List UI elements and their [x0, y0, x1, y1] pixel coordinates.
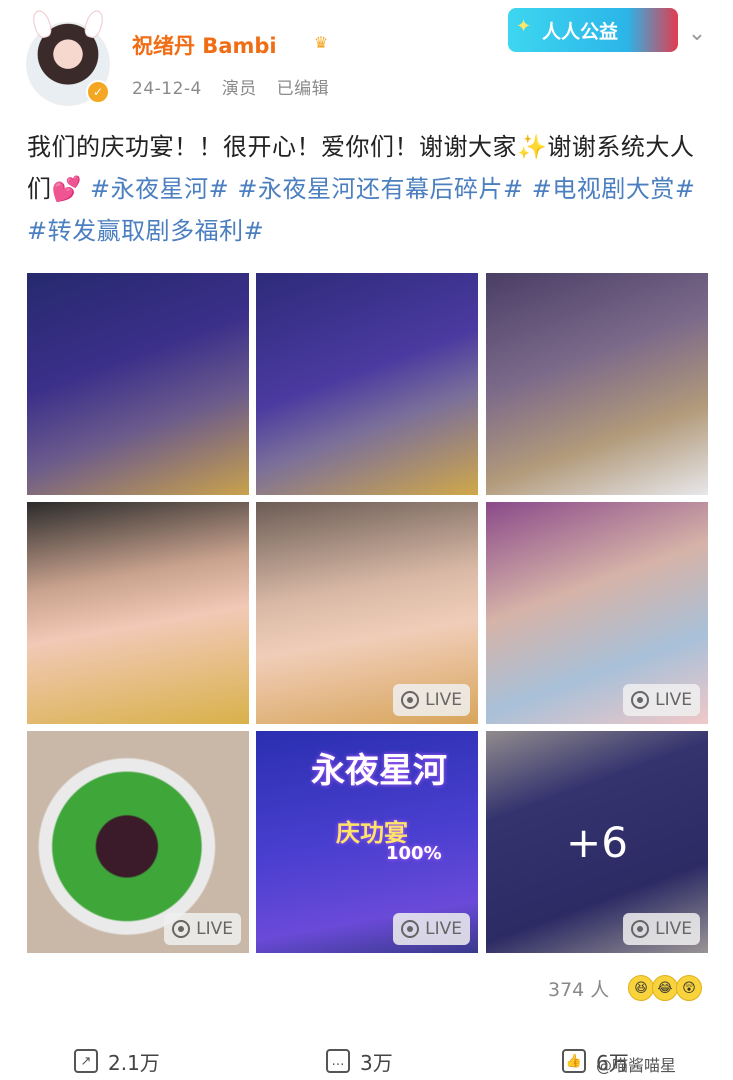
- comment-icon: …: [326, 1049, 350, 1073]
- live-badge: LIVE: [393, 913, 470, 945]
- live-badge: LIVE: [393, 684, 470, 716]
- crown-icon: ♛: [313, 32, 329, 52]
- hashtag[interactable]: #永夜星河还有幕后碎片#: [237, 175, 523, 203]
- charity-label: 人人公益: [542, 20, 619, 43]
- post-text: 我们的庆功宴！！很开心！爱你们！谢谢大家✨谢谢系统大人们💕 #永夜星河# #永夜…: [27, 126, 707, 252]
- comment-button[interactable]: … 3万: [326, 1046, 393, 1076]
- author-role: 演员: [221, 79, 257, 99]
- live-badge: LIVE: [623, 684, 700, 716]
- live-icon: [401, 691, 420, 709]
- username[interactable]: 祝绪丹 Bambi: [132, 30, 277, 60]
- repost-icon: ↗: [74, 1049, 98, 1073]
- live-label: LIVE: [655, 919, 692, 939]
- photo-selfie-1[interactable]: [27, 502, 249, 724]
- reaction-count[interactable]: 374 人: [548, 975, 609, 1002]
- poster-title: 永夜星河: [311, 751, 447, 791]
- verified-badge-icon: ✓: [86, 80, 110, 104]
- live-label: LIVE: [655, 690, 692, 710]
- live-badge: LIVE: [623, 913, 700, 945]
- post-date: 24-12-4: [132, 79, 202, 99]
- watermark: @喵酱喵星: [596, 1056, 677, 1075]
- live-icon: [172, 920, 191, 938]
- thumbs-up-icon: 👍: [562, 1049, 586, 1073]
- image-grid: LIVE LIVE LIVE 永夜星河 庆功宴 100% LIVE +6 LIV…: [27, 273, 708, 953]
- repost-count: 2.1万: [108, 1050, 160, 1075]
- photo-selfie-3[interactable]: LIVE: [486, 502, 708, 724]
- comment-count: 3万: [360, 1050, 393, 1075]
- photo-group-2[interactable]: [256, 273, 478, 495]
- photo-group-1[interactable]: [27, 273, 249, 495]
- live-badge: LIVE: [164, 913, 241, 945]
- photo-poster[interactable]: 永夜星河 庆功宴 100% LIVE: [256, 731, 478, 953]
- live-label: LIVE: [425, 690, 462, 710]
- surprised-emoji-icon: 😲: [676, 975, 702, 1001]
- live-icon: [401, 920, 420, 938]
- hashtag[interactable]: #永夜星河#: [90, 175, 229, 203]
- live-icon: [631, 691, 650, 709]
- poster-percent: 100%: [386, 843, 442, 864]
- charity-badge[interactable]: ✦ 人人公益: [508, 8, 678, 52]
- hashtag[interactable]: #电视剧大赏#: [532, 175, 696, 203]
- live-label: LIVE: [196, 919, 233, 939]
- hashtag[interactable]: #转发赢取剧多福利#: [27, 217, 264, 245]
- photo-dish[interactable]: LIVE: [27, 731, 249, 953]
- live-label: LIVE: [425, 919, 462, 939]
- chevron-down-icon[interactable]: ⌄: [684, 20, 710, 46]
- laugh-emoji-icon: 😆: [628, 975, 654, 1001]
- photo-selfie-2[interactable]: LIVE: [256, 502, 478, 724]
- edited-label[interactable]: 已编辑: [277, 79, 330, 99]
- sparkle-icon: ✦: [516, 16, 532, 37]
- photo-menu[interactable]: +6 LIVE: [486, 731, 708, 953]
- photo-group-3[interactable]: [486, 273, 708, 495]
- bunny-ear-right-icon: [82, 8, 106, 40]
- laugh-emoji-icon: 😂: [652, 975, 678, 1001]
- post-meta: 24-12-4 演员 已编辑: [132, 74, 343, 99]
- live-icon: [631, 920, 650, 938]
- repost-button[interactable]: ↗ 2.1万: [74, 1046, 160, 1076]
